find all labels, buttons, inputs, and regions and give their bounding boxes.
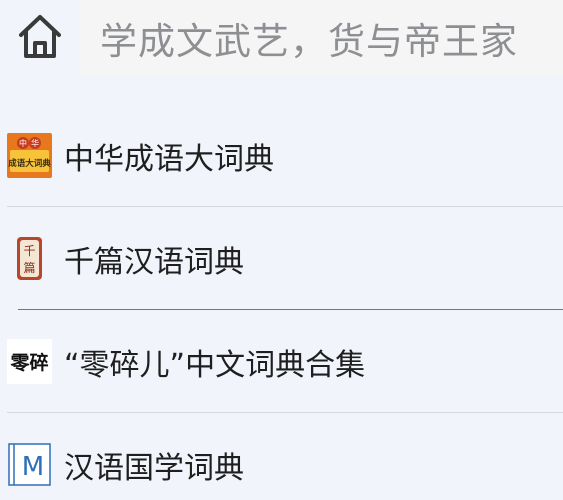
list-item-lingsui-dictionary[interactable]: 零碎 “零碎儿”中文词典合集	[0, 310, 563, 413]
list-item-label: “零碎儿”中文词典合集	[64, 347, 366, 383]
home-button[interactable]	[12, 10, 68, 62]
icon-text: M	[22, 452, 44, 482]
qianpian-seal-icon: 千 篇	[7, 236, 52, 281]
top-bar: 学成文武艺，货与帝王家	[0, 0, 563, 80]
icon-text: 零碎	[9, 351, 48, 374]
list-item-label: 汉语国学词典	[64, 450, 244, 486]
icon-text-top-1: 中	[19, 138, 27, 148]
search-input[interactable]: 学成文武艺，货与帝王家	[80, 0, 563, 76]
lingsui-calligraphy-icon: 零碎	[7, 339, 52, 384]
icon-text-bottom: 篇	[23, 260, 35, 275]
list-item-chengyu-dictionary[interactable]: 中 华 成语大词典 中华成语大词典	[0, 104, 563, 207]
list-item-guoxue-dictionary[interactable]: M 汉语国学词典	[0, 413, 563, 500]
dictionary-list: 中 华 成语大词典 中华成语大词典 千 篇 千篇汉语词典 零碎 “零碎儿”中文词…	[0, 104, 563, 500]
icon-text-top: 千	[23, 244, 35, 258]
icon-text-bottom: 成语大词典	[8, 158, 51, 169]
list-item-qianpian-dictionary[interactable]: 千 篇 千篇汉语词典	[0, 207, 563, 310]
chengyu-dictionary-icon: 中 华 成语大词典	[7, 133, 52, 178]
search-query-text: 学成文武艺，货与帝王家	[100, 20, 518, 63]
home-icon	[19, 15, 61, 58]
app-screen: 学成文武艺，货与帝王家 中 华 成语大词典 中华成语大词典 千 篇 千篇汉语词典…	[0, 0, 563, 500]
list-item-label: 中华成语大词典	[64, 141, 274, 177]
m-letter-icon: M	[7, 442, 52, 487]
list-item-label: 千篇汉语词典	[64, 244, 244, 280]
icon-text-top-2: 华	[31, 138, 39, 148]
